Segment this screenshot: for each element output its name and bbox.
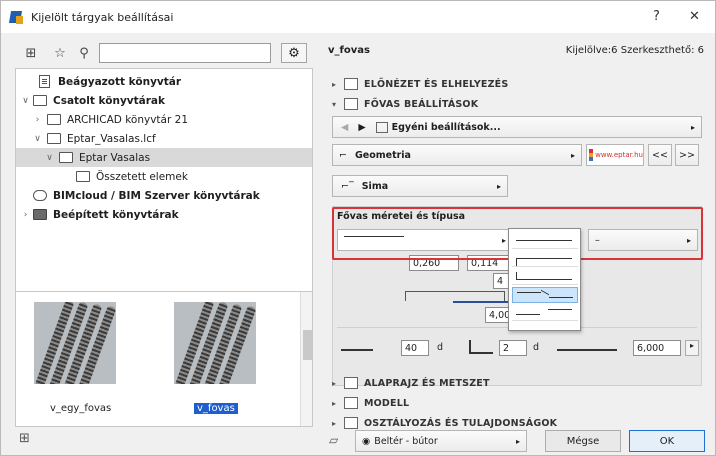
tree-item-builtin[interactable]: › Beépített könyvtárak (16, 205, 312, 224)
sima-dropdown[interactable]: ⌐‾ Sima ▸ (332, 175, 508, 197)
folder-icon (59, 152, 73, 163)
unit-label: d (437, 342, 444, 353)
folder-icon (47, 114, 61, 125)
floorplan-icon (344, 377, 358, 389)
library-view-icon[interactable]: ⊞ (21, 44, 41, 62)
document-icon (39, 75, 50, 88)
next-button[interactable]: >> (675, 144, 699, 166)
hook-icon (469, 340, 493, 354)
tree-item-archicad21[interactable]: › ARCHICAD könyvtár 21 (16, 110, 312, 129)
rebar-preview-line (453, 297, 513, 303)
library-panel: ⊞ ☆ ⚲ ⚙ Beágyazott könyvtár ∨ Csatolt kö… (15, 41, 313, 436)
nav-back-icon[interactable]: ◀ (341, 122, 348, 133)
shape-option-crank[interactable] (512, 305, 578, 321)
favorites-star-icon[interactable]: ☆ (51, 44, 69, 62)
folder-icon (76, 171, 90, 182)
eptar-logo: www.eptar.hu (586, 144, 644, 166)
settings-gear-icon[interactable]: ⚙ (281, 43, 307, 63)
container-file-icon (47, 133, 61, 144)
bimcloud-icon (33, 190, 47, 201)
title-bar: Kijelölt tárgyak beállításai ? ✕ (1, 1, 715, 33)
folder-icon (33, 209, 47, 220)
library-tree: Beágyazott könyvtár ∨ Csatolt könyvtárak… (15, 68, 313, 295)
hook-length-input[interactable]: 2 (499, 340, 527, 356)
layer-dropdown[interactable]: ◉ Beltér - bútor ▸ (355, 430, 527, 452)
object-name: v_fovas (328, 45, 370, 56)
library-search-input[interactable] (99, 43, 271, 63)
section-fovas[interactable]: ▾ FŐVAS BEÁLLÍTÁSOK (332, 94, 702, 114)
linked-library-icon (33, 95, 47, 106)
shape-option-straight[interactable] (512, 233, 578, 249)
tree-item-eptar-lcf[interactable]: ∨ Eptar_Vasalas.lcf (16, 129, 312, 148)
thumbnail-v-egy-fovas[interactable] (34, 302, 116, 384)
library-manager-icon[interactable]: ⊞ (19, 431, 41, 447)
tree-item-embedded[interactable]: Beágyazott könyvtár (16, 72, 312, 91)
unit-label: d (533, 342, 540, 353)
thumbnail-caption-selected[interactable]: v_fovas (194, 403, 238, 414)
archicad-app-icon (8, 10, 23, 24)
classification-icon (344, 417, 358, 429)
chevron-right-icon[interactable]: › (32, 115, 43, 125)
section-preview[interactable]: ▸ ELŐNÉZET ÉS ELHELYEZÉS (332, 74, 702, 94)
tree-item-linked[interactable]: ∨ Csatolt könyvtárak (16, 91, 312, 110)
rebar-settings-icon (344, 98, 358, 110)
shape-option-hook[interactable] (512, 251, 578, 267)
help-button[interactable]: ? (653, 9, 660, 24)
shape-option-l[interactable] (512, 269, 578, 285)
preview-icon (344, 78, 358, 90)
section-model[interactable]: ▸ MODELL (332, 393, 702, 413)
chevron-right-icon[interactable]: › (20, 210, 31, 220)
tree-item-eptar-vasalas[interactable]: ∨ Eptar Vasalas (16, 148, 312, 167)
geometry-icon: ⌐ (339, 149, 347, 161)
total-length-icon (557, 343, 617, 351)
geometry-dropdown[interactable]: ⌐ Geometria ▸ (332, 144, 582, 166)
shape-option-bent[interactable] (512, 287, 578, 303)
nav-forward-icon[interactable]: ▶ (358, 122, 365, 133)
straight-bar-icon: ⌐‾ (341, 180, 354, 192)
dialog-window: Kijelölt tárgyak beállításai ? ✕ ⊞ ☆ ⚲ ⚙… (0, 0, 716, 456)
library-toolbar: ⊞ ☆ ⚲ ⚙ (15, 41, 313, 67)
lap-length-input[interactable]: 40 (401, 340, 429, 356)
custom-settings-bar[interactable]: ◀ ▶ Egyéni beállítások... ▸ (332, 116, 702, 138)
chevron-down-icon[interactable]: ∨ (32, 134, 43, 144)
object-preview-grid: v_egy_fovas v_fovas (15, 291, 313, 427)
thumbnail-v-fovas[interactable] (174, 302, 256, 384)
thumbnail-caption[interactable]: v_egy_fovas (50, 403, 111, 414)
shape-popup-menu (508, 228, 581, 331)
window-title: Kijelölt tárgyak beállításai (31, 10, 174, 24)
eye-icon: ◉ (362, 435, 371, 447)
cancel-button[interactable]: Mégse (545, 430, 621, 452)
prev-button[interactable]: << (648, 144, 672, 166)
settings-icon (375, 121, 388, 133)
thumbnail-scrollbar[interactable] (300, 292, 312, 426)
selection-info: Kijelölve:6 Szerkeszthető: 6 (565, 45, 704, 56)
total-length-arrow[interactable]: ▸ (685, 340, 699, 356)
section-floorplan[interactable]: ▸ ALAPRAJZ ÉS METSZET (332, 373, 702, 393)
close-button[interactable]: ✕ (689, 9, 700, 24)
total-length-input[interactable]: 6,000 (633, 340, 681, 356)
lap-length-icon (341, 343, 373, 351)
search-icon[interactable]: ⚲ (75, 44, 93, 62)
ok-button[interactable]: OK (629, 430, 705, 452)
chevron-down-icon[interactable]: ∨ (20, 96, 31, 106)
tree-item-bimcloud[interactable]: BIMcloud / BIM Szerver könyvtárak (16, 186, 312, 205)
chevron-down-icon[interactable]: ∨ (44, 153, 55, 163)
layer-icon: ▱ (329, 433, 339, 447)
model-icon (344, 397, 358, 409)
tree-item-osszetett[interactable]: Összetett elemek (16, 167, 312, 186)
